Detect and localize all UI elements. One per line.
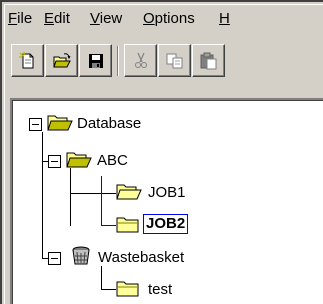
toolbar: [11, 44, 323, 80]
save-disk-icon: [89, 54, 103, 68]
tree-connector: [42, 132, 43, 259]
folder-icon: [116, 281, 139, 297]
tree-node-test[interactable]: test: [148, 281, 172, 299]
tree-node-database[interactable]: Database: [77, 115, 141, 133]
tree-connector: [70, 168, 71, 226]
tree-node-wastebasket[interactable]: Wastebasket: [98, 249, 184, 267]
wastebasket-icon: [72, 246, 90, 265]
new-button[interactable]: [11, 44, 44, 77]
cut-scissors-icon: [135, 52, 147, 68]
open-folder-icon: [66, 152, 92, 168]
open-button[interactable]: [45, 44, 78, 77]
paste-button[interactable]: [192, 44, 225, 77]
tree-node-job2[interactable]: JOB2: [143, 214, 189, 234]
menu-help[interactable]: H: [219, 9, 230, 29]
expand-toggle-abc[interactable]: [48, 155, 61, 168]
tree-connector-selected: [101, 176, 102, 226]
menu-view[interactable]: View: [90, 9, 122, 29]
tree-connector: [70, 193, 116, 194]
expand-toggle-database[interactable]: [29, 118, 42, 131]
copy-icon: [166, 53, 183, 69]
tree-connector: [101, 289, 116, 290]
tree-node-job1[interactable]: JOB1: [148, 184, 186, 202]
tree-connector: [101, 266, 102, 290]
toolbar-separator: [117, 46, 119, 76]
save-button[interactable]: [79, 44, 112, 77]
tree-node-abc[interactable]: ABC: [97, 152, 128, 170]
open-folder-icon: [53, 53, 71, 68]
new-document-icon: [19, 52, 34, 69]
menu-edit[interactable]: Edit: [44, 9, 70, 29]
menu-options[interactable]: Options: [143, 9, 195, 29]
expand-toggle-wastebasket[interactable]: [48, 252, 61, 265]
copy-button[interactable]: [158, 44, 191, 77]
folder-icon: [116, 217, 139, 233]
open-folder-icon: [47, 115, 73, 131]
menu-file[interactable]: File: [8, 9, 32, 29]
tree-connector-selected: [101, 225, 116, 226]
cut-button[interactable]: [124, 44, 157, 77]
open-folder-icon: [116, 184, 142, 200]
paste-icon: [200, 52, 217, 70]
